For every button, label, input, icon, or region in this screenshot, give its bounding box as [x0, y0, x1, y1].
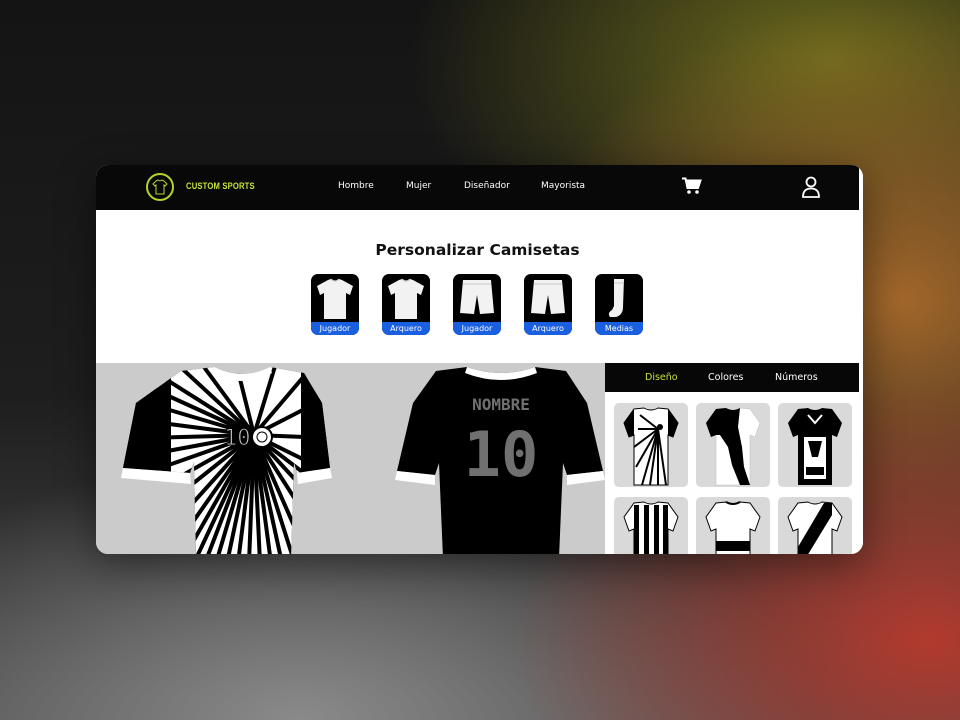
app-window: CUSTOM SPORTS Hombre Mujer Diseñador May…: [96, 165, 863, 554]
garment-label: Arquero: [382, 322, 430, 335]
brand-name[interactable]: CUSTOM SPORTS: [186, 181, 255, 191]
design-option-diagonal-sash[interactable]: [778, 497, 852, 554]
garment-option-jugador-shirt[interactable]: Jugador: [311, 274, 359, 335]
jersey-back[interactable]: NOMBRE 10: [391, 363, 605, 554]
garment-label: Jugador: [311, 322, 359, 335]
garment-option-jugador-shorts[interactable]: Jugador: [453, 274, 501, 335]
panel-tabs: Diseño Colores Números: [605, 363, 859, 392]
back-name: NOMBRE: [472, 395, 530, 414]
garment-label: Arquero: [524, 322, 572, 335]
design-option-diagonal-split[interactable]: [696, 403, 770, 487]
cart-icon[interactable]: [682, 177, 702, 195]
front-number: 10: [224, 426, 251, 451]
logo-icon[interactable]: [146, 173, 174, 201]
garment-option-arquero-shirt[interactable]: Arquero: [382, 274, 430, 335]
shorts-icon: [460, 280, 494, 314]
sock-icon: [608, 279, 624, 317]
navbar: CUSTOM SPORTS Hombre Mujer Diseñador May…: [96, 165, 859, 210]
nav-link-disenador[interactable]: Diseñador: [464, 181, 510, 191]
garment-option-medias[interactable]: Medias: [595, 274, 643, 335]
design-grid: [614, 403, 854, 554]
nav-link-mujer[interactable]: Mujer: [406, 181, 431, 191]
jersey-front[interactable]: 10: [116, 363, 376, 554]
design-option-sunburst[interactable]: [614, 403, 688, 487]
garment-option-arquero-shorts[interactable]: Arquero: [524, 274, 572, 335]
nav-link-mayorista[interactable]: Mayorista: [541, 181, 585, 191]
design-option-geometric[interactable]: [778, 403, 852, 487]
back-number: 10: [464, 418, 539, 491]
tab-numeros[interactable]: Números: [775, 372, 818, 383]
tshirt-icon: [317, 278, 353, 319]
garment-label: Medias: [595, 322, 643, 335]
user-icon[interactable]: [801, 176, 821, 198]
nav-link-hombre[interactable]: Hombre: [338, 181, 374, 191]
tshirt-icon: [388, 278, 424, 319]
tab-colores[interactable]: Colores: [708, 372, 743, 383]
design-panel: Diseño Colores Números: [605, 363, 859, 554]
garment-selector: Jugador Arquero Jugador Arquero Medias: [311, 274, 651, 336]
page-title: Personalizar Camisetas: [375, 241, 580, 259]
design-option-vertical-stripes[interactable]: [614, 497, 688, 554]
shorts-icon: [531, 280, 565, 314]
design-option-horizontal-band[interactable]: [696, 497, 770, 554]
jersey-preview: 10 NOMBRE 10: [96, 363, 605, 554]
window-edge: [859, 165, 863, 554]
tab-diseno[interactable]: Diseño: [645, 372, 678, 383]
garment-label: Jugador: [453, 322, 501, 335]
